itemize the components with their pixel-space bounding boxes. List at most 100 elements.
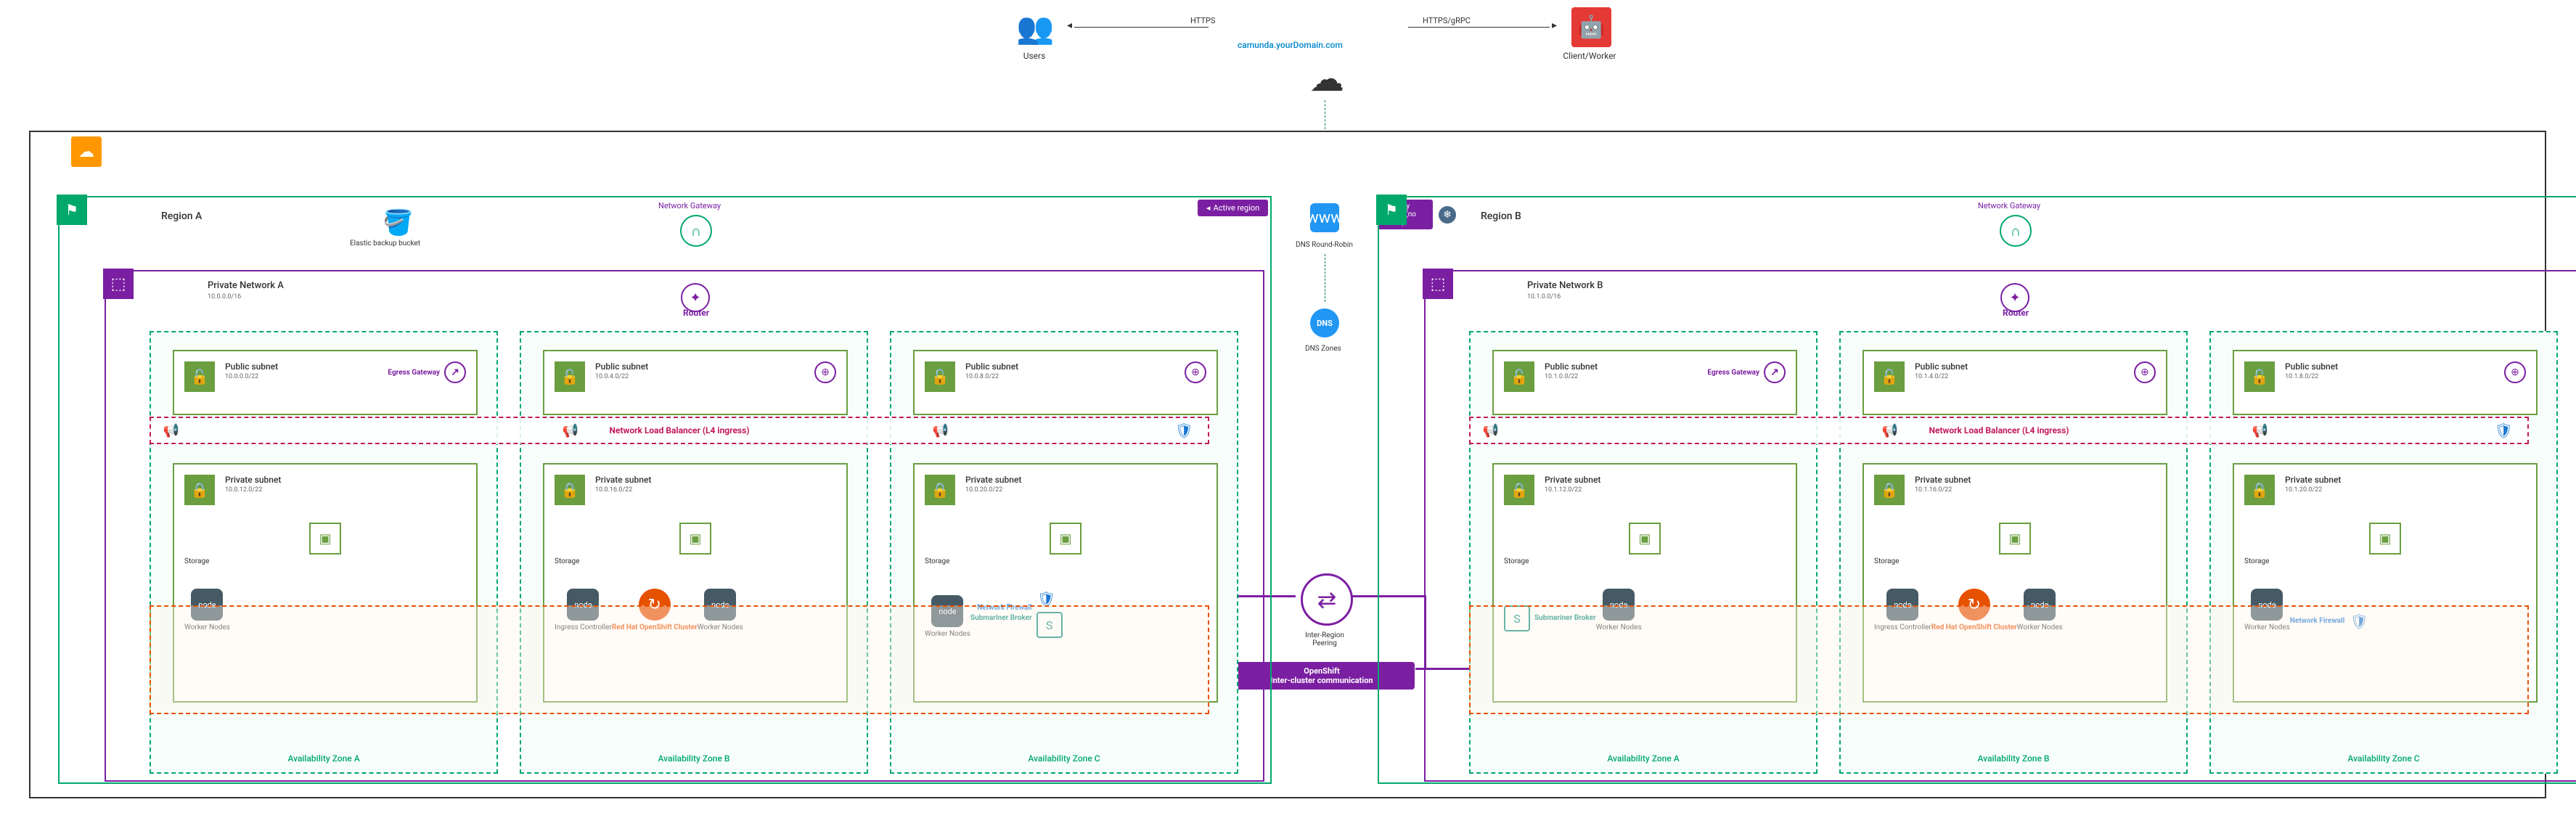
public-subnet-az-a: 🔓 Public subnet 10.0.0.0/22 Egress Gatew… <box>173 350 478 415</box>
subnet-title: Private subnet <box>965 475 1021 485</box>
storage-icon: ▣ <box>1050 523 1081 555</box>
pn-b-title: Private Network B <box>1527 280 1603 291</box>
domain-label: camunda.yourDomain.com <box>1238 40 1343 50</box>
az-b2-title: Availability Zone B <box>1841 753 2186 764</box>
subnet-title: Private subnet <box>225 475 281 485</box>
nlb-icon: 📢 <box>2251 421 2270 440</box>
subnet-cidr: 10.1.16.0/22 <box>1915 486 1971 494</box>
architecture-diagram: 👥 Users 🤖 Client/Worker ◂ ▸ HTTPS HTTPS/… <box>0 0 2576 818</box>
network-icon: ⊕ <box>814 361 836 383</box>
gateway-label: Network Gateway <box>658 201 721 210</box>
region-a-title: Region A <box>161 210 202 222</box>
az-a-title: Availability Zone A <box>151 753 496 764</box>
lock-icon: 🔒 <box>925 475 955 505</box>
subnet-cidr: 10.1.8.0/22 <box>2285 373 2338 380</box>
nlb-label: Network Load Balancer (L4 ingress) <box>610 425 750 435</box>
shield-icon: 🛡 <box>1175 422 1193 439</box>
subnet-cidr: 10.1.12.0/22 <box>1545 486 1600 494</box>
pn-a-cidr: 10.0.0.0/16 <box>208 293 241 300</box>
subnet-cidr: 10.0.0.0/22 <box>225 373 278 380</box>
subnet-cidr: 10.0.20.0/22 <box>965 486 1021 494</box>
lock-icon: 🔒 <box>1874 475 1905 505</box>
nlb-bar: 📢 📢 📢 Network Load Balancer (L4 ingress)… <box>150 417 1209 444</box>
region-flag-icon: ⚑ <box>57 195 87 225</box>
arrow-domain-client: ▸ <box>1408 27 1550 28</box>
public-subnet-az-a2: 🔓 Public subnet 10.1.0.0/22 Egress Gatew… <box>1492 350 1797 415</box>
nlb-icon: 📢 <box>1881 421 1900 440</box>
network-icon: ⊕ <box>2134 361 2156 383</box>
region-flag-icon: ⚑ <box>1376 195 1407 225</box>
region-b-title: Region B <box>1481 210 1521 222</box>
network-gateway-icon: ∩ <box>680 215 712 247</box>
subnet-cidr: 10.0.16.0/22 <box>595 486 651 494</box>
region-a-box: ⚑ Region A 🪣 Elastic backup bucket Netwo… <box>58 196 1272 784</box>
client-worker-label: Client/Worker <box>1557 51 1622 61</box>
lock-icon: 🔒 <box>184 475 215 505</box>
lock-icon: 🔓 <box>555 361 585 392</box>
lock-icon: 🔒 <box>1504 475 1534 505</box>
storage-label: Storage <box>925 557 949 565</box>
subnet-title: Public subnet <box>2285 361 2338 372</box>
shield-icon: 🛡 <box>2495 422 2513 439</box>
arrow-users-domain: ◂ <box>1074 27 1209 28</box>
private-network-b-box: ⬚ Private Network B 10.1.0.0/16 ✦ Router… <box>1424 270 2576 782</box>
storage-label: Storage <box>1504 557 1529 565</box>
subnet-cidr: 10.1.20.0/22 <box>2285 486 2341 494</box>
storage-icon: ▣ <box>1629 523 1661 555</box>
subnet-title: Public subnet <box>965 361 1018 372</box>
bucket-icon: 🪣 <box>383 208 413 237</box>
subnet-title: Private subnet <box>595 475 651 485</box>
internet-cloud-icon: ☁ <box>1309 58 1345 99</box>
private-network-a-box: ⬚ Private Network A 10.0.0.0/16 ✦ Router… <box>105 270 1264 782</box>
region-b-box: ⚑ Region B Network Gateway ∩ ⬚ Private N… <box>1378 196 2576 784</box>
storage-label: Storage <box>555 557 579 565</box>
subnet-cidr: 10.0.12.0/22 <box>225 486 281 494</box>
public-subnet-az-c: 🔓 Public subnet 10.0.8.0/22 ⊕ <box>913 350 1218 415</box>
storage-icon: ▣ <box>679 523 711 555</box>
pn-b-cidr: 10.1.0.0/16 <box>1527 293 1561 300</box>
https-label: HTTPS <box>1190 16 1215 25</box>
storage-icon: ▣ <box>1999 523 2031 555</box>
nlb-label: Network Load Balancer (L4 ingress) <box>1929 425 2069 435</box>
users-icon: 👥 <box>1016 11 1054 46</box>
subnet-cidr: 10.1.0.0/22 <box>1545 373 1598 380</box>
openshift-cluster-bar <box>1469 605 2529 714</box>
subnet-title: Public subnet <box>1915 361 1968 372</box>
cloud-provider-icon: ☁ <box>71 136 102 167</box>
router-label: Router <box>683 308 709 318</box>
users-label: Users <box>1016 51 1052 61</box>
lock-icon: 🔓 <box>1874 361 1905 392</box>
router-label: Router <box>2003 308 2029 318</box>
subnet-cidr: 10.1.4.0/22 <box>1915 373 1968 380</box>
https-grpc-label: HTTPS/gRPC <box>1423 16 1471 25</box>
subnet-title: Public subnet <box>1545 361 1598 372</box>
storage-label: Storage <box>2244 557 2269 565</box>
lock-icon: 🔒 <box>2244 475 2275 505</box>
network-gateway-icon: ∩ <box>2000 215 2032 247</box>
public-subnet-az-b2: 🔓 Public subnet 10.1.4.0/22 ⊕ <box>1863 350 2167 415</box>
storage-icon: ▣ <box>309 523 341 555</box>
az-c2-title: Availability Zone C <box>2211 753 2556 764</box>
nlb-icon: 📢 <box>162 421 181 440</box>
private-network-icon: ⬚ <box>1423 269 1453 299</box>
egress-gateway-badge: Egress Gateway↗ <box>1707 361 1786 383</box>
public-subnet-az-b: 🔓 Public subnet 10.0.4.0/22 ⊕ <box>543 350 848 415</box>
nlb-icon: 📢 <box>1481 421 1500 440</box>
egress-icon: ↗ <box>444 361 466 383</box>
storage-label: Storage <box>1874 557 1899 565</box>
lock-icon: 🔓 <box>925 361 955 392</box>
bucket-label: Elastic backup bucket <box>350 240 420 248</box>
nlb-icon: 📢 <box>931 421 950 440</box>
network-icon: ⊕ <box>1185 361 1206 383</box>
subnet-title: Private subnet <box>1545 475 1600 485</box>
az-c-title: Availability Zone C <box>891 753 1237 764</box>
subnet-title: Public subnet <box>595 361 648 372</box>
network-icon: ⊕ <box>2504 361 2526 383</box>
pn-a-title: Private Network A <box>208 280 284 291</box>
client-worker-icon: 🤖 <box>1571 7 1611 47</box>
az-a2-title: Availability Zone A <box>1471 753 1816 764</box>
storage-icon: ▣ <box>2369 523 2401 555</box>
lock-icon: 🔓 <box>184 361 215 392</box>
subnet-cidr: 10.0.8.0/22 <box>965 373 1018 380</box>
az-b-title: Availability Zone B <box>521 753 867 764</box>
